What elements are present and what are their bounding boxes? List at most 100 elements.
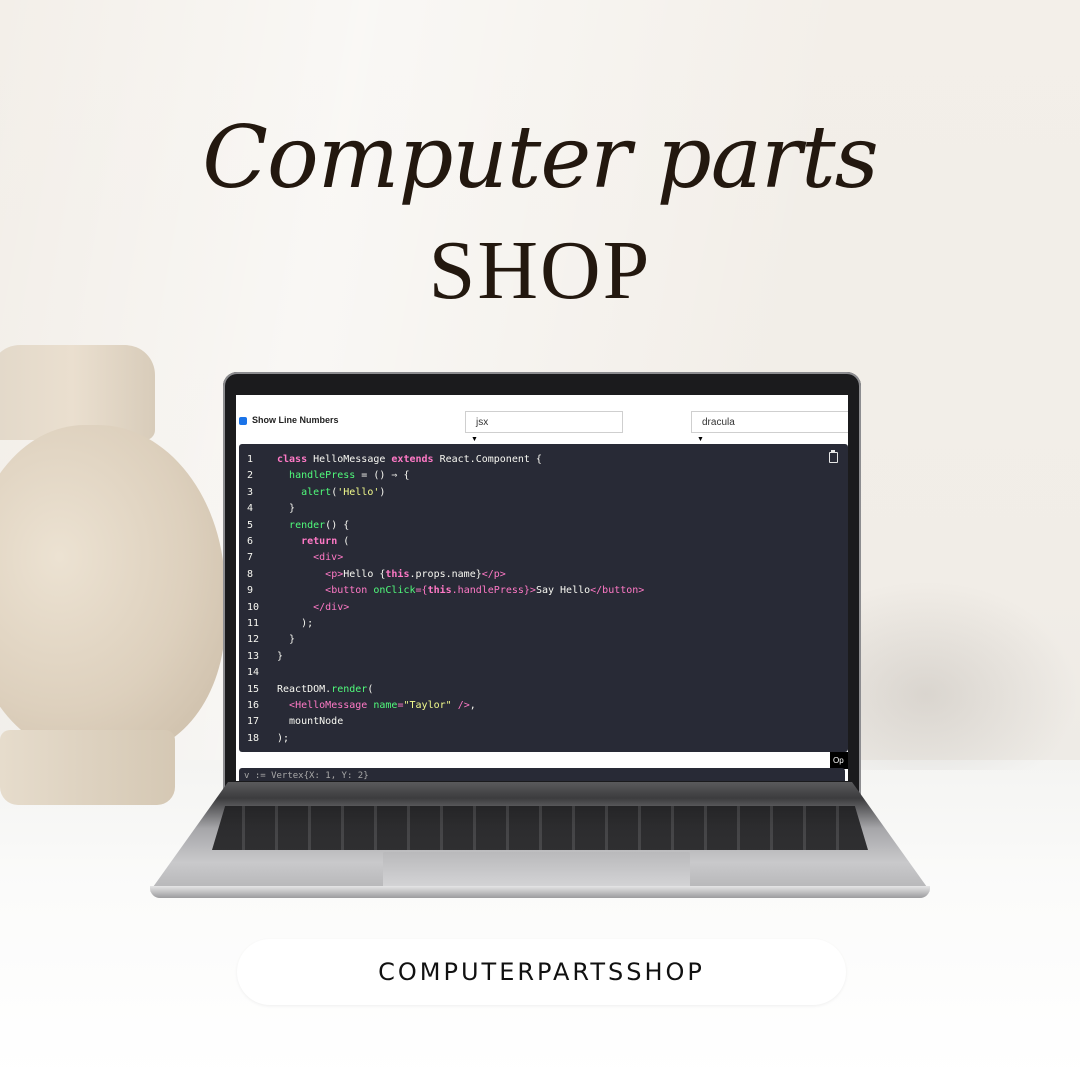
page-title-script: Computer parts [202, 108, 879, 208]
line-number: 3 [247, 486, 254, 498]
line-number: 7 [247, 552, 254, 564]
code-token: </div> [313, 601, 350, 613]
line-number: 11 [247, 618, 260, 629]
line-number: 6 [247, 536, 254, 547]
code-token: ReactDOM. [277, 683, 332, 695]
vase-image [0, 345, 230, 810]
code-token: name [373, 700, 398, 711]
keyboard [212, 806, 868, 850]
code-token: HelloMessage [307, 454, 392, 465]
shadow-decoration [860, 580, 1080, 770]
code-token: Hello { [343, 568, 386, 580]
code-line: 2 handlePress = () ⇒ { [239, 468, 839, 484]
line-number: 18 [247, 732, 260, 744]
line-number: 12 [247, 634, 260, 646]
code-line: 15 ReactDOM.render( [239, 682, 839, 698]
code-token: this [427, 585, 452, 597]
code-line: 3 alert('Hello') [239, 485, 839, 501]
line-number: 5 [247, 519, 254, 531]
line-number: 13 [247, 650, 260, 662]
code-token: } [277, 634, 296, 646]
code-line: 17 mountNode [239, 714, 839, 730]
code-token: class [277, 454, 308, 465]
code-token: React.Component { [433, 454, 542, 465]
code-token: mountNode [277, 716, 344, 728]
vase-foot [0, 730, 175, 805]
theme-select[interactable]: dracula [691, 411, 848, 433]
code-editor[interactable]: 1 class HelloMessage extends React.Compon… [239, 444, 848, 752]
code-line: 4 } [239, 501, 839, 517]
code-token: } [277, 650, 284, 662]
chevron-down-icon: ▼ [471, 436, 478, 443]
code-token: ( [337, 536, 350, 547]
page-title-caps: SHOP [428, 224, 652, 317]
line-number: 16 [247, 700, 260, 711]
code-line: 16 <HelloMessage name="Taylor" />, [239, 698, 839, 714]
code-token: ); [277, 732, 290, 744]
language-select[interactable]: jsx [465, 411, 623, 433]
line-number: 2 [247, 470, 254, 482]
code-token: <HelloMessage [289, 700, 368, 711]
code-token: 'Hello' [337, 486, 380, 498]
code-line: 11 ); [239, 616, 839, 632]
code-token: /> [457, 700, 470, 711]
shop-name-label: COMPUTERPARTSSHOP [378, 958, 705, 986]
chevron-down-icon: ▼ [697, 436, 704, 443]
show-line-numbers-checkbox[interactable] [239, 417, 247, 425]
line-number: 8 [247, 568, 254, 580]
line-number: 17 [247, 716, 260, 728]
code-line: 18); [239, 731, 839, 747]
code-token: } [277, 503, 296, 515]
code-line: 13} [239, 649, 839, 665]
code-token: handlePress [289, 470, 356, 482]
code-line: 10 </div> [239, 600, 839, 616]
line-number: 4 [247, 503, 254, 515]
code-token: <p> [325, 568, 344, 580]
code-token: "Taylor" [403, 700, 452, 711]
code-line: 5 render() { [239, 518, 839, 534]
code-editor-secondary[interactable]: v := Vertex{X: 1, Y: 2} [239, 768, 845, 781]
code-token: alert [301, 486, 332, 498]
code-line: 8 <p>Hello {this.props.name}</p> [239, 567, 839, 583]
code-token: this [385, 568, 410, 580]
code-token: return [301, 536, 338, 547]
code-token: () { [325, 519, 350, 531]
code-token: ) [379, 486, 386, 498]
code-token: </p> [481, 568, 506, 580]
laptop-screen: Show Line Numbers jsx ▼ dracula ▼ 1 class… [236, 395, 848, 781]
open-button[interactable]: Op [830, 752, 848, 769]
code-line: 14 [239, 665, 839, 681]
code-line: 12 } [239, 632, 839, 648]
line-number: 9 [247, 585, 254, 597]
vase-body [0, 425, 225, 755]
code-line: 6 return ( [239, 534, 839, 550]
code-token: .handlePress}> [451, 585, 536, 597]
code-line: 1 class HelloMessage extends React.Compon… [239, 452, 839, 468]
code-token: <div> [313, 552, 344, 564]
line-number: 14 [247, 667, 260, 679]
editor-toolbar: Show Line Numbers jsx ▼ dracula ▼ [236, 395, 848, 443]
laptop-front-edge [150, 886, 930, 898]
code-token: </button> [590, 585, 645, 597]
code-token: = () ⇒ { [355, 470, 410, 482]
code-token: extends [391, 454, 434, 465]
trackpad [383, 852, 690, 890]
code-token: Say Hello [535, 585, 591, 597]
code-token: ={ [415, 585, 428, 597]
line-number: 10 [247, 601, 260, 613]
code-token: onClick [373, 585, 416, 597]
shop-name-pill[interactable]: COMPUTERPARTSSHOP [237, 939, 846, 1005]
code-token: render [331, 683, 368, 695]
code-token: render [289, 519, 326, 531]
line-number: 1 [247, 454, 254, 465]
code-token: <button [325, 585, 368, 597]
code-token: ); [277, 618, 314, 629]
